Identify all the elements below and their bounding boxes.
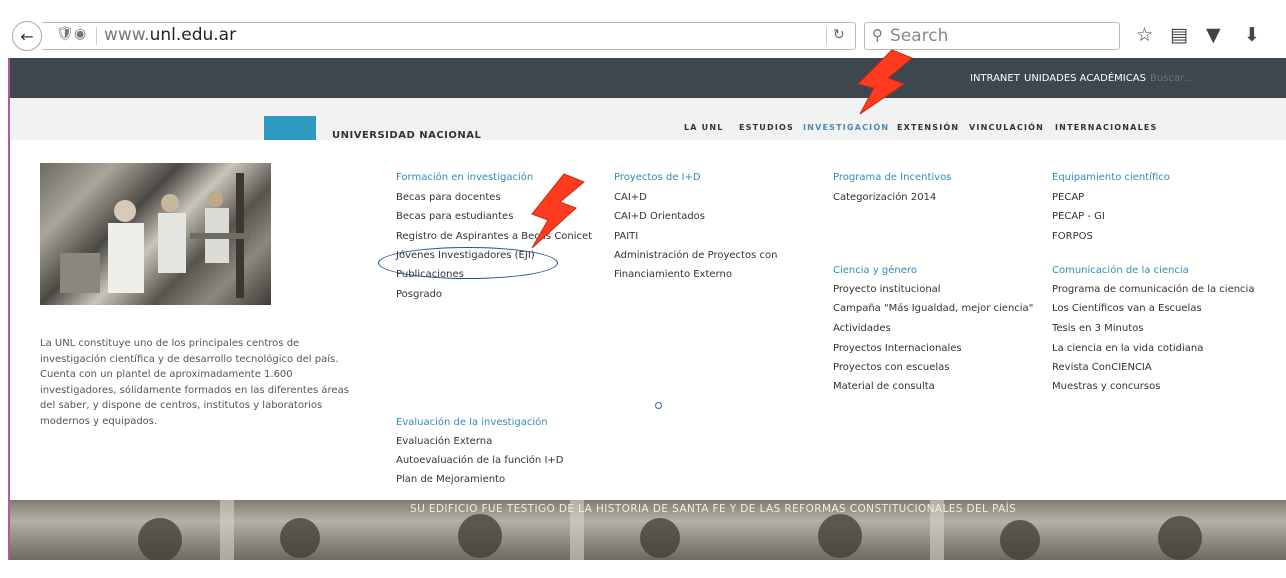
menu-link-cientificos-escuelas[interactable]: Los Científicos van a Escuelas xyxy=(1052,303,1202,314)
menu-link-autoevaluacion[interactable]: Autoevaluación de la función I+D xyxy=(396,455,563,466)
menu-link-proyecto-institucional[interactable]: Proyecto institucional xyxy=(833,284,941,295)
menu-item-estudios[interactable]: ESTUDIOS xyxy=(739,123,794,132)
menu-item-internacionales[interactable]: INTERNACIONALES xyxy=(1055,123,1158,132)
menu-item-la-unl[interactable]: LA UNL xyxy=(684,123,724,132)
shield-icon[interactable]: 🛡 xyxy=(56,26,74,42)
menu-heading-evaluacion[interactable]: Evaluación de la investigación xyxy=(396,417,548,428)
menu-heading-formacion[interactable]: Formación en investigación xyxy=(396,172,533,183)
menu-link-muestras-concursos[interactable]: Muestras y concursos xyxy=(1052,381,1160,392)
back-arrow-icon[interactable]: ← xyxy=(12,21,42,51)
menu-link-evaluacion-externa[interactable]: Evaluación Externa xyxy=(396,436,492,447)
site-search-input[interactable]: Buscar... xyxy=(1150,73,1193,84)
annotation-arrow-item xyxy=(531,173,585,249)
menu-link-proyectos-internacionales[interactable]: Proyectos Internacionales xyxy=(833,343,962,354)
unl-logo[interactable] xyxy=(264,116,316,140)
menu-heading-equipamiento[interactable]: Equipamiento científico xyxy=(1052,172,1170,183)
laboratory-photo-art xyxy=(60,173,250,298)
topbar-link-intranet[interactable]: INTRANET xyxy=(970,73,1020,84)
banner-caption: SU EDIFICIO FUE TESTIGO DE LA HISTORIA D… xyxy=(410,503,1017,515)
star-icon[interactable]: ☆ xyxy=(1136,24,1153,46)
menu-link-pecap[interactable]: PECAP xyxy=(1052,192,1084,203)
reload-separator xyxy=(826,27,827,45)
menu-link-financiamiento-externo[interactable]: Financiamiento Externo xyxy=(614,269,732,280)
search-icon: ⚲ xyxy=(872,26,883,44)
cursor-dot xyxy=(655,402,662,409)
main-menu-bar xyxy=(10,98,1286,140)
menu-link-administracion-proyectos[interactable]: Administración de Proyectos con xyxy=(614,250,777,261)
menu-item-extension[interactable]: EXTENSIÓN xyxy=(897,123,959,132)
menu-link-categorizacion[interactable]: Categorización 2014 xyxy=(833,192,936,203)
menu-link-programa-comunicacion[interactable]: Programa de comunicación de la ciencia xyxy=(1052,284,1254,295)
menu-link-caid-orientados[interactable]: CAI+D Orientados xyxy=(614,211,705,222)
menu-item-vinculacion[interactable]: VINCULACIÓN xyxy=(969,123,1044,132)
menu-link-ciencia-vida-cotidiana[interactable]: La ciencia en la vida cotidiana xyxy=(1052,343,1203,354)
reload-icon[interactable]: ↻ xyxy=(833,27,845,43)
url-separator xyxy=(96,27,97,45)
download-icon[interactable]: ⬇ xyxy=(1244,24,1260,46)
reading-list-icon[interactable]: ▤ xyxy=(1170,24,1188,46)
menu-item-investigacion[interactable]: INVESTIGACIÓN xyxy=(803,123,889,132)
url-text[interactable]: www.unl.edu.ar xyxy=(104,25,236,45)
pocket-icon[interactable]: ▼ xyxy=(1206,24,1221,46)
annotation-arrow-menu xyxy=(857,49,913,115)
menu-link-proyectos-escuelas[interactable]: Proyectos con escuelas xyxy=(833,362,949,373)
investigacion-intro-text: La UNL constituye uno de los principales… xyxy=(40,338,349,427)
menu-link-actividades[interactable]: Actividades xyxy=(833,323,891,334)
menu-link-becas-docentes[interactable]: Becas para docentes xyxy=(396,192,501,203)
menu-link-tesis-3-minutos[interactable]: Tesis en 3 Minutos xyxy=(1052,323,1143,334)
menu-link-becas-estudiantes[interactable]: Becas para estudiantes xyxy=(396,211,513,222)
menu-heading-incentivos[interactable]: Programa de Incentivos xyxy=(833,172,951,183)
menu-link-revista-conciencia[interactable]: Revista ConCIENCIA xyxy=(1052,362,1152,373)
menu-link-campana-igualdad[interactable]: Campaña "Más Igualdad, mejor ciencia" xyxy=(833,303,1033,314)
laboratory-photo xyxy=(40,163,271,305)
browser-search-placeholder: Search xyxy=(890,26,949,46)
menu-link-caid[interactable]: CAI+D xyxy=(614,192,647,203)
topbar-link-unidades[interactable]: UNIDADES ACADÉMICAS xyxy=(1024,73,1146,84)
menu-link-plan-mejoramiento[interactable]: Plan de Mejoramiento xyxy=(396,474,505,485)
globe-icon[interactable]: ◉ xyxy=(74,26,86,42)
menu-heading-proyectos[interactable]: Proyectos de I+D xyxy=(614,172,701,183)
url-host: unl.edu.ar xyxy=(149,25,237,45)
menu-link-forpos[interactable]: FORPOS xyxy=(1052,231,1093,242)
url-prefix: www. xyxy=(104,25,150,45)
menu-heading-comunicacion[interactable]: Comunicación de la ciencia xyxy=(1052,265,1189,276)
menu-heading-ciencia-genero[interactable]: Ciencia y género xyxy=(833,265,917,276)
menu-link-posgrado[interactable]: Posgrado xyxy=(396,289,442,300)
menu-link-pecap-gi[interactable]: PECAP - GI xyxy=(1052,211,1105,222)
menu-link-material-consulta[interactable]: Material de consulta xyxy=(833,381,935,392)
menu-link-paiti[interactable]: PAITI xyxy=(614,231,638,242)
